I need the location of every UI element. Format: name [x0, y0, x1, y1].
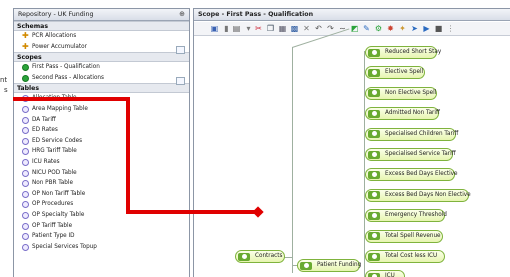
callout-diamond — [252, 206, 264, 218]
callout-line — [13, 97, 258, 214]
callout-overlay — [13, 97, 264, 218]
